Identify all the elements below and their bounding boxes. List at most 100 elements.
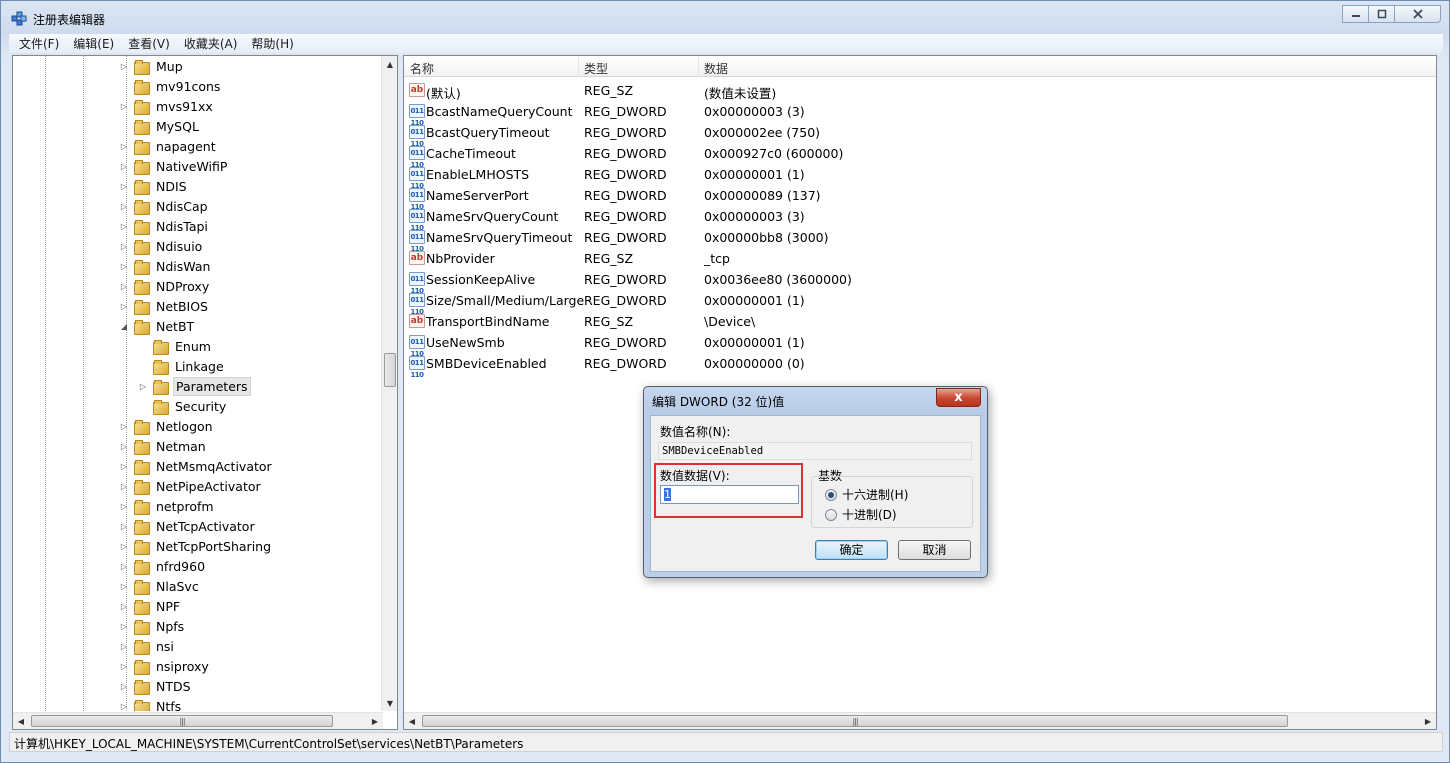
value-row[interactable]: 011 110 EnableLMHOSTS REG_DWORD 0x00000001 …	[404, 164, 1436, 190]
value-row[interactable]: 011 110 NameSrvQueryCount REG_DWORD 0x00000…	[404, 206, 1436, 232]
tree-item-nsiproxy[interactable]: ▷ nsiproxy	[118, 656, 211, 676]
tree-item-netbt[interactable]: ◢ NetBT	[118, 316, 196, 336]
ok-button[interactable]: 确定	[815, 540, 888, 560]
expand-arrow-icon[interactable]: ▷	[118, 260, 130, 272]
tree-item-ndistapi[interactable]: ▷ NdisTapi	[118, 216, 210, 236]
value-row[interactable]: 011 110 Size/Small/Medium/Large REG_DWORD 0…	[404, 290, 1436, 316]
menu-file[interactable]: 文件(F)	[19, 35, 59, 52]
scroll-up-arrow-icon[interactable]: ▲	[382, 56, 397, 72]
expand-arrow-icon[interactable]: ▷	[118, 160, 130, 172]
tree-item-ndiscap[interactable]: ▷ NdisCap	[118, 196, 210, 216]
expand-arrow-icon[interactable]: ▷	[118, 520, 130, 532]
value-row[interactable]: 011 110 SMBDeviceEnabled REG_DWORD 0x000000…	[404, 353, 1436, 379]
expand-arrow-icon[interactable]: ▷	[118, 580, 130, 592]
expand-arrow-icon[interactable]: ▷	[118, 700, 130, 711]
value-row[interactable]: ab (默认) REG_SZ (数值未设置)	[404, 80, 1436, 101]
radio-decimal[interactable]: 十进制(D)	[825, 506, 897, 523]
expand-arrow-icon[interactable]: ▷	[118, 420, 130, 432]
column-data-header[interactable]: 数据	[704, 60, 728, 77]
tree-item-napagent[interactable]: ▷ napagent	[118, 136, 218, 156]
expand-arrow-icon[interactable]: ▷	[137, 380, 149, 392]
tree-item-linkage[interactable]: Linkage	[137, 356, 226, 376]
tree-scroll-thumb[interactable]	[384, 353, 396, 387]
expand-arrow-icon[interactable]: ▷	[118, 460, 130, 472]
expand-arrow-icon[interactable]: ▷	[118, 600, 130, 612]
expand-arrow-icon[interactable]: ▷	[118, 540, 130, 552]
tree-item-nativewifip[interactable]: ▷ NativeWifiP	[118, 156, 229, 176]
tree-item-netman[interactable]: ▷ Netman	[118, 436, 208, 456]
expand-arrow-icon[interactable]: ▷	[118, 500, 130, 512]
tree-item-mysql[interactable]: MySQL	[118, 116, 201, 136]
expand-arrow-icon[interactable]: ▷	[118, 660, 130, 672]
maximize-button[interactable]	[1368, 5, 1395, 23]
expand-arrow-icon[interactable]: ▷	[118, 100, 130, 112]
expand-arrow-icon[interactable]: ▷	[118, 680, 130, 692]
expand-arrow-icon[interactable]: ▷	[118, 240, 130, 252]
tree-horizontal-scrollbar[interactable]: ◀ ||| ▶	[13, 712, 383, 729]
tree-item-nfrd960[interactable]: ▷ nfrd960	[118, 556, 207, 576]
value-row[interactable]: 011 110 NameServerPort REG_DWORD 0x00000089…	[404, 185, 1436, 211]
tree-item-enum[interactable]: Enum	[137, 336, 213, 356]
tree-item-ndiswan[interactable]: ▷ NdisWan	[118, 256, 212, 276]
list-horizontal-scrollbar[interactable]: ◀ ||| ▶	[404, 712, 1436, 729]
tree-item-nlasvc[interactable]: ▷ NlaSvc	[118, 576, 201, 596]
expand-arrow-icon[interactable]: ▷	[118, 300, 130, 312]
value-row[interactable]: 011 110 CacheTimeout REG_DWORD 0x000927c0 (…	[404, 143, 1436, 169]
tree-item-ndproxy[interactable]: ▷ NDProxy	[118, 276, 211, 296]
column-name-header[interactable]: 名称	[410, 60, 434, 77]
scroll-left-arrow-icon[interactable]: ◀	[13, 713, 29, 729]
collapse-arrow-icon[interactable]: ◢	[118, 320, 130, 332]
tree-item-netmsmqactivator[interactable]: ▷ NetMsmqActivator	[118, 456, 274, 476]
tree-item-npf[interactable]: ▷ NPF	[118, 596, 182, 616]
tree-hscroll-thumb[interactable]: |||	[31, 715, 333, 727]
tree-item-netprofm[interactable]: ▷ netprofm	[118, 496, 216, 516]
tree-item-mvs91xx[interactable]: ▷ mvs91xx	[118, 96, 215, 116]
scroll-right-arrow-icon[interactable]: ▶	[1420, 713, 1436, 729]
tree-item-parameters[interactable]: ▷ Parameters	[137, 376, 251, 396]
expand-arrow-icon[interactable]: ▷	[118, 620, 130, 632]
tree-vertical-scrollbar[interactable]: ▲ ▼	[381, 56, 397, 711]
expand-arrow-icon[interactable]: ▷	[118, 440, 130, 452]
value-row[interactable]: 011 110 BcastQueryTimeout REG_DWORD 0x00000…	[404, 122, 1436, 148]
dialog-close-button[interactable]: x	[936, 388, 981, 407]
expand-arrow-icon[interactable]: ▷	[118, 60, 130, 72]
menu-favorites[interactable]: 收藏夹(A)	[184, 35, 238, 52]
tree-item-mv91cons[interactable]: mv91cons	[118, 76, 222, 96]
tree-item-ndis[interactable]: ▷ NDIS	[118, 176, 189, 196]
expand-arrow-icon[interactable]: ▷	[118, 180, 130, 192]
tree-item-security[interactable]: Security	[137, 396, 228, 416]
list-hscroll-thumb[interactable]: |||	[422, 715, 1288, 727]
menu-view[interactable]: 查看(V)	[128, 35, 170, 52]
tree-item-netbios[interactable]: ▷ NetBIOS	[118, 296, 210, 316]
menu-edit[interactable]: 编辑(E)	[73, 35, 114, 52]
tree-item-npfs[interactable]: ▷ Npfs	[118, 616, 186, 636]
tree-item-nettcpactivator[interactable]: ▷ NetTcpActivator	[118, 516, 257, 536]
scroll-left-arrow-icon[interactable]: ◀	[404, 713, 420, 729]
tree-item-netpipeactivator[interactable]: ▷ NetPipeActivator	[118, 476, 263, 496]
value-row[interactable]: 011 110 NameSrvQueryTimeout REG_DWORD 0x000…	[404, 227, 1436, 253]
expand-arrow-icon[interactable]: ▷	[118, 140, 130, 152]
tree-item-mup[interactable]: ▷ Mup	[118, 56, 185, 76]
scroll-down-arrow-icon[interactable]: ▼	[382, 695, 397, 711]
expand-arrow-icon[interactable]: ▷	[118, 480, 130, 492]
value-row[interactable]: ab NbProvider REG_SZ _tcp	[404, 248, 1436, 269]
expand-arrow-icon[interactable]: ▷	[118, 220, 130, 232]
tree-item-ndisuio[interactable]: ▷ Ndisuio	[118, 236, 204, 256]
value-row[interactable]: 011 110 SessionKeepAlive REG_DWORD 0x0036ee…	[404, 269, 1436, 295]
value-row[interactable]: 011 110 BcastNameQueryCount REG_DWORD 0x000…	[404, 101, 1436, 127]
menu-help[interactable]: 帮助(H)	[251, 35, 293, 52]
value-row[interactable]: 011 110 UseNewSmb REG_DWORD 0x00000001 (1)	[404, 332, 1436, 358]
column-type-header[interactable]: 类型	[584, 60, 608, 77]
tree-item-nettcpportsharing[interactable]: ▷ NetTcpPortSharing	[118, 536, 273, 556]
cancel-button[interactable]: 取消	[898, 540, 971, 560]
expand-arrow-icon[interactable]: ▷	[118, 200, 130, 212]
minimize-button[interactable]	[1342, 5, 1369, 23]
tree-item-ntfs[interactable]: ▷ Ntfs	[118, 696, 183, 711]
radio-hexadecimal[interactable]: 十六进制(H)	[825, 486, 908, 503]
column-divider[interactable]	[698, 56, 699, 77]
expand-arrow-icon[interactable]: ▷	[118, 560, 130, 572]
close-button[interactable]	[1394, 5, 1441, 23]
expand-arrow-icon[interactable]: ▷	[118, 640, 130, 652]
value-data-input[interactable]: 1	[660, 485, 799, 504]
tree-item-nsi[interactable]: ▷ nsi	[118, 636, 176, 656]
